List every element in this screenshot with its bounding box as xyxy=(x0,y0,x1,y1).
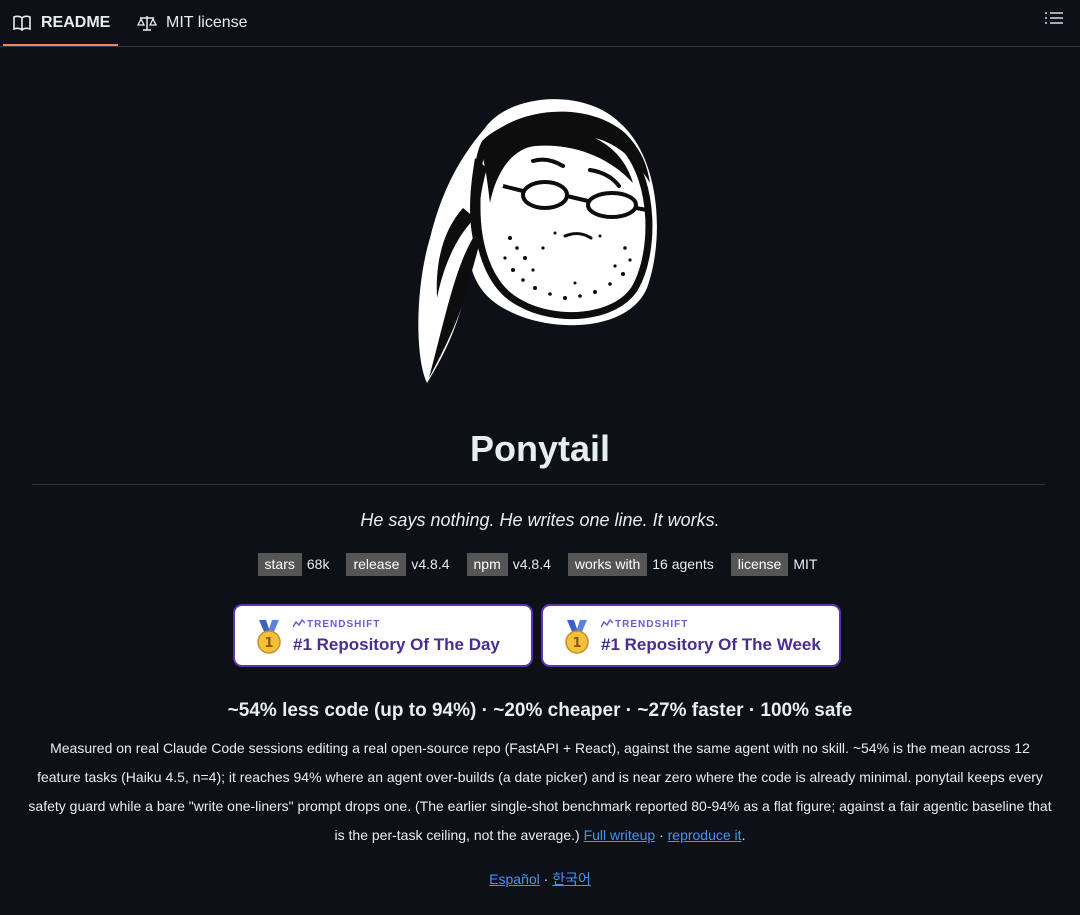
license-badge[interactable]: license MIT xyxy=(730,553,823,576)
table-of-contents-button[interactable] xyxy=(1043,9,1065,31)
badge-value: v4.8.4 xyxy=(512,556,551,572)
description-paragraph: Measured on real Claude Code sessions ed… xyxy=(28,734,1052,850)
link-separator: · xyxy=(659,827,664,843)
gold-medal-icon: 1 xyxy=(257,620,281,654)
tab-license-label: MIT license xyxy=(166,14,248,31)
award-rank: #1 Repository Of The Week xyxy=(601,635,821,654)
badge-value: MIT xyxy=(793,556,818,572)
badge-label: license xyxy=(730,553,789,576)
readme-tab-bar: README MIT license xyxy=(0,0,1080,47)
badge-label: release xyxy=(346,553,407,576)
scale-icon xyxy=(137,16,157,31)
badge-label: npm xyxy=(466,553,508,576)
book-icon xyxy=(13,15,31,32)
svg-text:1: 1 xyxy=(264,636,273,651)
readme-title: Ponytail xyxy=(469,428,611,469)
full-writeup-link[interactable]: Full writeup xyxy=(584,827,656,843)
ponytail-avatar-illustration xyxy=(418,99,657,384)
badge-value: 16 agents xyxy=(652,556,714,572)
badge-value: v4.8.4 xyxy=(411,556,450,572)
svg-text:1: 1 xyxy=(572,636,581,651)
trendshift-brand: TRENDSHIFT xyxy=(292,618,380,630)
lang-link-spanish[interactable]: Español xyxy=(489,871,540,887)
trend-line-icon xyxy=(600,618,614,628)
repository-of-the-week-award[interactable]: 1 TRENDSHIFT #1 Repository Of The Week xyxy=(541,604,841,667)
npm-badge[interactable]: npm v4.8.4 xyxy=(466,553,556,576)
list-icon xyxy=(1045,12,1063,24)
badge-label: works with xyxy=(567,553,648,576)
trend-line-icon xyxy=(292,618,306,628)
title-divider xyxy=(32,484,1045,485)
description-text: Measured on real Claude Code sessions ed… xyxy=(28,740,1052,843)
release-badge[interactable]: release v4.8.4 xyxy=(346,553,454,576)
gold-medal-icon: 1 xyxy=(565,620,589,654)
tab-license[interactable]: MIT license xyxy=(137,0,248,46)
language-links: Español · 한국어 xyxy=(0,869,1080,889)
badge-value: 68k xyxy=(306,556,330,572)
lang-separator: · xyxy=(543,871,549,887)
tab-readme-label: README xyxy=(41,14,111,31)
works-with-badge[interactable]: works with 16 agents xyxy=(567,553,719,576)
reproduce-it-link[interactable]: reproduce it xyxy=(668,827,742,843)
stats-heading: ~54% less code (up to 94%) · ~20% cheape… xyxy=(227,700,853,721)
badge-label: stars xyxy=(257,553,302,576)
tagline: He says nothing. He writes one line. It … xyxy=(360,510,720,530)
stars-badge[interactable]: stars 68k xyxy=(257,553,335,576)
end-period: . xyxy=(741,827,746,843)
trendshift-brand: TRENDSHIFT xyxy=(600,618,688,630)
tab-readme[interactable]: README xyxy=(12,0,110,46)
repository-of-the-day-award[interactable]: 1 TRENDSHIFT #1 Repository Of The Day xyxy=(233,604,533,667)
badge-row: stars 68k release v4.8.4 npm v4.8.4 work… xyxy=(0,553,1080,576)
active-tab-indicator xyxy=(3,44,118,46)
award-rank: #1 Repository Of The Day xyxy=(293,635,500,654)
lang-link-korean[interactable]: 한국어 xyxy=(552,871,591,887)
